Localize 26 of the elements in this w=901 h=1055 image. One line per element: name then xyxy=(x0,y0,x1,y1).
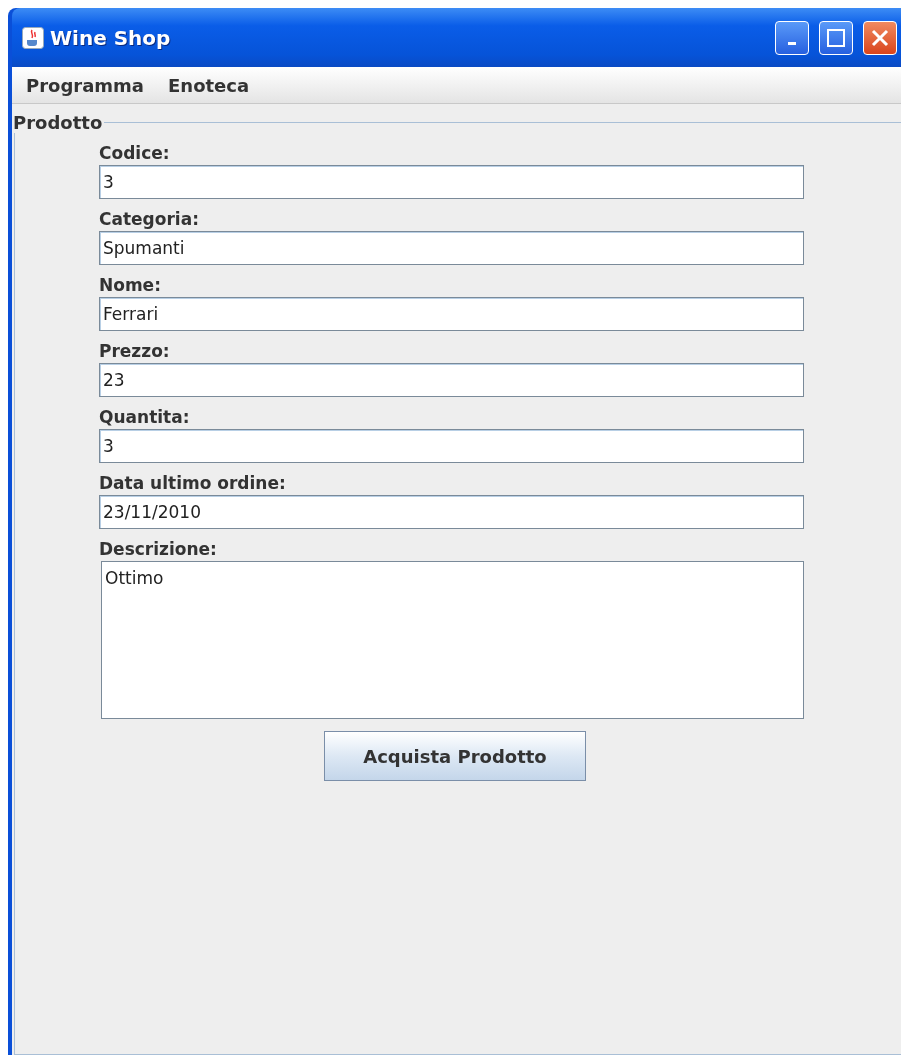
group-title: Prodotto xyxy=(12,112,104,133)
close-icon xyxy=(870,27,890,48)
field-label: Descrizione: xyxy=(99,538,218,561)
text-area[interactable]: Ottimo xyxy=(101,561,804,719)
field-label: Prezzo: xyxy=(99,340,171,363)
field-label: Codice: xyxy=(99,142,171,165)
maximize-button[interactable] xyxy=(819,20,853,55)
field-label: Data ultimo ordine: xyxy=(99,472,287,495)
input-field[interactable]: Ferrari xyxy=(99,297,804,331)
input-field[interactable]: 3 xyxy=(99,165,804,199)
minimize-button[interactable] xyxy=(775,20,809,55)
input-field[interactable]: 23 xyxy=(99,363,804,397)
field-label: Nome: xyxy=(99,274,162,297)
menu-item[interactable]: Enoteca xyxy=(168,74,250,96)
buy-button[interactable]: Acquista Prodotto xyxy=(324,731,586,781)
menu-item[interactable]: Programma xyxy=(26,74,144,96)
field-label: Categoria: xyxy=(99,208,200,231)
input-field[interactable]: 23/11/2010 xyxy=(99,495,804,529)
field-label: Quantita: xyxy=(99,406,191,429)
minimize-icon xyxy=(788,42,796,45)
maximize-icon xyxy=(827,28,845,47)
input-field[interactable]: Spumanti xyxy=(99,231,804,265)
close-button[interactable] xyxy=(863,20,897,55)
cup-icon xyxy=(22,26,44,49)
input-field[interactable]: 3 xyxy=(99,429,804,463)
window-title: Wine Shop xyxy=(50,25,172,50)
